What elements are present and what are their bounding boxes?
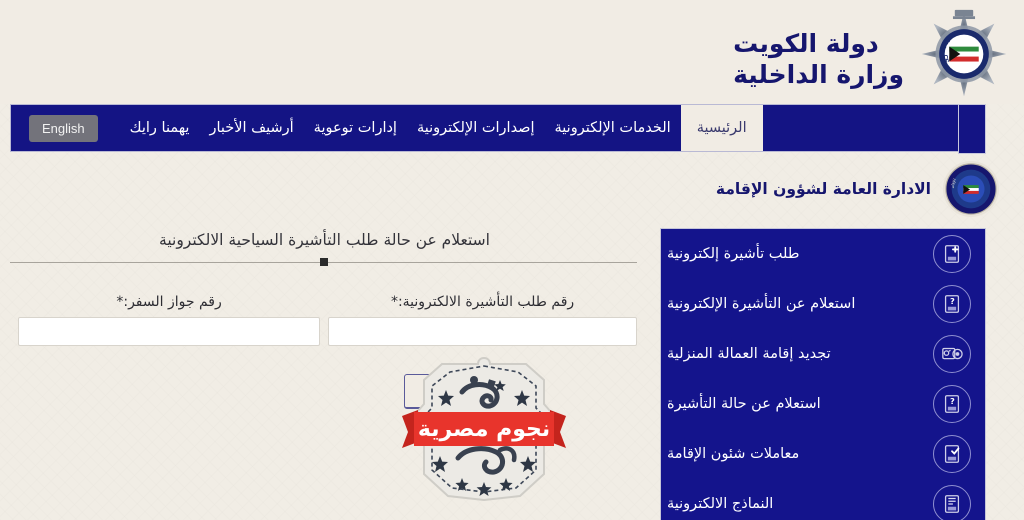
passport-number-input[interactable]	[18, 317, 321, 346]
visa-application-number-input[interactable]	[328, 317, 637, 346]
required-marker: *	[116, 294, 124, 310]
sidebar-item-3[interactable]: ? استعلام عن حالة التأشيرة	[661, 379, 985, 429]
header-title-line1: دولة الكويت	[733, 28, 879, 58]
nav-item-1[interactable]: الخدمات الإلكترونية	[545, 105, 681, 151]
nav-item-4[interactable]: أرشيف الأخبار	[199, 105, 303, 151]
sidebar-item-label: تجديد إقامة العمالة المنزلية	[667, 346, 831, 362]
nav-item-0[interactable]: الرئيسية	[680, 105, 763, 151]
nav-item-2[interactable]: إصدارات الإلكترونية	[407, 105, 545, 151]
form-fields-row: رقم طلب التأشيرة الالكترونية:* رقم جواز ا…	[0, 270, 655, 346]
svg-text:?: ?	[950, 396, 955, 406]
header-title-line2: وزارة الداخلية	[733, 60, 904, 89]
required-marker: *	[390, 294, 398, 310]
document-plus-icon	[933, 235, 971, 273]
sidebar-item-0[interactable]: طلب تأشيرة إلكترونية	[661, 229, 985, 279]
form-field-1: رقم جواز السفر:*	[18, 294, 321, 346]
sidebar-item-label: استعلام عن التأشيرة الإلكترونية	[667, 296, 856, 312]
site-header: وزارة الداخلية KUWAIT POLICE دولة الكويت…	[0, 0, 1024, 104]
nav-right-accent-block	[958, 104, 986, 154]
form-page-title: استعلام عن حالة طلب التأشيرة السياحية ال…	[159, 231, 490, 249]
card-refresh-icon	[933, 335, 971, 373]
document-list-icon	[933, 485, 971, 520]
form-field-0: رقم طلب التأشيرة الالكترونية:*	[328, 294, 637, 346]
nav-items-container: الرئيسية الخدمات الإلكترونية إصدارات الإلك…	[120, 105, 767, 151]
nav-item-3[interactable]: إدارات توعوية	[304, 105, 407, 151]
sidebar-item-1[interactable]: ? استعلام عن التأشيرة الإلكترونية	[661, 279, 985, 329]
main-content-area: استعلام عن حالة طلب التأشيرة السياحية ال…	[0, 228, 655, 520]
language-switch-button[interactable]: English	[29, 114, 98, 142]
department-title: الادارة العامة لشؤون الإقامة	[715, 180, 931, 198]
kuwait-police-emblem-icon: وزارة الداخلية KUWAIT POLICE	[915, 4, 1010, 100]
nav-item-5[interactable]: يهمنا رايك	[120, 105, 200, 151]
sidebar-item-2[interactable]: تجديد إقامة العمالة المنزلية	[661, 329, 985, 379]
document-question-icon: ?	[933, 285, 971, 323]
separator-dot	[319, 258, 328, 266]
svg-text:?: ?	[950, 296, 955, 306]
form-field-label-1: رقم جواز السفر:*	[116, 294, 222, 310]
department-title-bar: الإقامة والجوازات الادارة العامة لشؤون ا…	[0, 155, 1024, 225]
header-titles: دولة الكويت وزارة الداخلية	[733, 19, 904, 90]
sidebar-item-label: استعلام عن حالة التأشيرة	[667, 396, 821, 412]
inquiry-submit-button[interactable]: استعلام	[403, 374, 502, 409]
sidebar-item-4[interactable]: معاملات شئون الإقامة	[661, 429, 985, 479]
document-question-icon: ?	[933, 385, 971, 423]
title-separator	[10, 256, 637, 270]
services-sidebar[interactable]: طلب تأشيرة إلكترونية? استعلام عن التأشيرة…	[660, 228, 986, 520]
document-check-icon	[933, 435, 971, 473]
sidebar-item-label: معاملات شئون الإقامة	[667, 446, 800, 462]
residency-affairs-seal-icon: الإقامة والجوازات	[940, 156, 1000, 218]
sidebar-item-5[interactable]: النماذج الالكترونية	[661, 479, 985, 520]
sidebar-item-label: النماذج الالكترونية	[667, 496, 774, 512]
sidebar-item-label: طلب تأشيرة إلكترونية	[667, 246, 800, 262]
form-submit-row: استعلام	[0, 346, 655, 409]
form-field-label-0: رقم طلب التأشيرة الالكترونية:*	[390, 294, 575, 310]
main-navigation-bar[interactable]: الرئيسية الخدمات الإلكترونية إصدارات الإلك…	[10, 104, 985, 152]
